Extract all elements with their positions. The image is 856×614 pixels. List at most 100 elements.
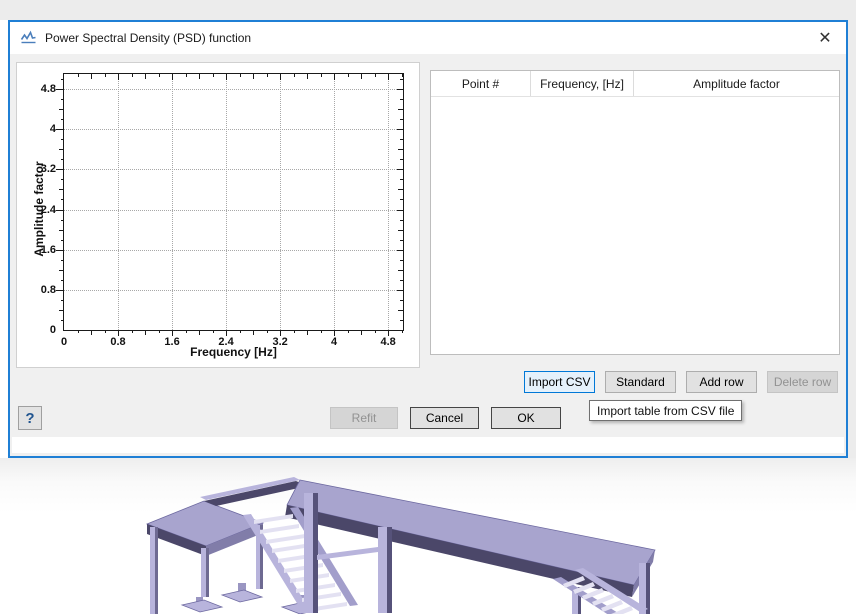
tick xyxy=(400,99,403,100)
dialog-footer-strip xyxy=(12,437,844,453)
tick xyxy=(105,330,106,333)
tick xyxy=(61,280,64,281)
tick xyxy=(61,300,64,301)
grid-v xyxy=(226,74,227,330)
tick xyxy=(56,129,64,130)
tick xyxy=(145,74,146,79)
refit-button: Refit xyxy=(330,407,398,429)
grid-v xyxy=(280,74,281,330)
tick xyxy=(78,330,79,333)
tick xyxy=(280,74,281,80)
tick xyxy=(213,74,214,77)
tick xyxy=(375,74,376,77)
tick xyxy=(105,74,106,77)
tick xyxy=(400,240,403,241)
tick xyxy=(226,74,227,80)
column-header-point: Point # xyxy=(431,71,531,96)
psd-points-table[interactable]: Point # Frequency, [Hz] Amplitude factor xyxy=(430,70,840,355)
grid-h xyxy=(64,169,403,170)
tick xyxy=(91,74,92,79)
tick xyxy=(400,220,403,221)
help-button[interactable]: ? xyxy=(18,406,42,430)
psd-function-dialog: Power Spectral Density (PSD) function ✕ … xyxy=(8,20,848,458)
tick xyxy=(397,169,403,170)
background-right-strip xyxy=(848,20,856,458)
tick xyxy=(61,260,64,261)
psd-chart-icon xyxy=(20,30,37,46)
plot-area: 00.81.62.43.244.800.81.62.43.244.8 xyxy=(63,73,404,331)
add-row-button[interactable]: Add row xyxy=(686,371,757,393)
tick xyxy=(61,199,64,200)
tick xyxy=(61,99,64,100)
tick xyxy=(321,74,322,77)
tick xyxy=(59,109,64,110)
cancel-button[interactable]: Cancel xyxy=(410,407,479,429)
tick xyxy=(132,74,133,77)
tick xyxy=(321,330,322,333)
tick xyxy=(361,74,362,79)
tick xyxy=(375,330,376,333)
tick xyxy=(159,74,160,77)
tick xyxy=(397,210,403,211)
tick xyxy=(267,330,268,333)
grid-v xyxy=(172,74,173,330)
x-axis-title: Frequency [Hz] xyxy=(63,345,404,359)
column-header-amplitude: Amplitude factor xyxy=(634,71,839,96)
tick xyxy=(253,74,254,79)
grid-h xyxy=(64,89,403,90)
tick xyxy=(398,310,403,311)
tick xyxy=(61,119,64,120)
grid-h xyxy=(64,210,403,211)
tick xyxy=(61,79,64,80)
tick xyxy=(397,250,403,251)
tick xyxy=(400,119,403,120)
import-csv-tooltip: Import table from CSV file xyxy=(589,400,742,421)
tick xyxy=(398,230,403,231)
tick xyxy=(59,310,64,311)
tick xyxy=(398,189,403,190)
tick xyxy=(56,210,64,211)
tick xyxy=(59,270,64,271)
tick xyxy=(61,220,64,221)
tick xyxy=(400,179,403,180)
ylab: 4 xyxy=(50,123,56,135)
tick xyxy=(400,199,403,200)
tick xyxy=(361,330,362,335)
3d-model-structure xyxy=(0,455,856,614)
grid-h xyxy=(64,290,403,291)
tick xyxy=(400,300,403,301)
grid-v xyxy=(118,74,119,330)
tick xyxy=(56,169,64,170)
grid-h xyxy=(64,129,403,130)
tick xyxy=(294,330,295,333)
tick xyxy=(307,74,308,79)
ylab: 0 xyxy=(50,324,56,336)
tick xyxy=(56,89,64,90)
tick xyxy=(402,330,403,333)
tick xyxy=(400,79,403,80)
tick xyxy=(56,250,64,251)
tick xyxy=(240,74,241,77)
tick xyxy=(172,74,173,80)
background-top-strip xyxy=(0,0,856,20)
tick xyxy=(59,149,64,150)
grid-v xyxy=(388,74,389,330)
tick xyxy=(253,330,254,335)
tick xyxy=(397,129,403,130)
dialog-titlebar[interactable]: Power Spectral Density (PSD) function ✕ xyxy=(10,22,846,54)
import-csv-button[interactable]: Import CSV xyxy=(524,371,595,393)
dialog-title: Power Spectral Density (PSD) function xyxy=(45,31,251,45)
tick xyxy=(61,179,64,180)
tick xyxy=(397,89,403,90)
tick xyxy=(398,149,403,150)
ok-button[interactable]: OK xyxy=(491,407,561,429)
tick xyxy=(186,74,187,77)
tick xyxy=(294,74,295,77)
tick xyxy=(267,74,268,77)
tick xyxy=(145,330,146,335)
standard-button[interactable]: Standard xyxy=(605,371,676,393)
close-icon[interactable]: ✕ xyxy=(812,25,838,51)
tick xyxy=(398,109,403,110)
tick xyxy=(400,159,403,160)
tick xyxy=(59,189,64,190)
